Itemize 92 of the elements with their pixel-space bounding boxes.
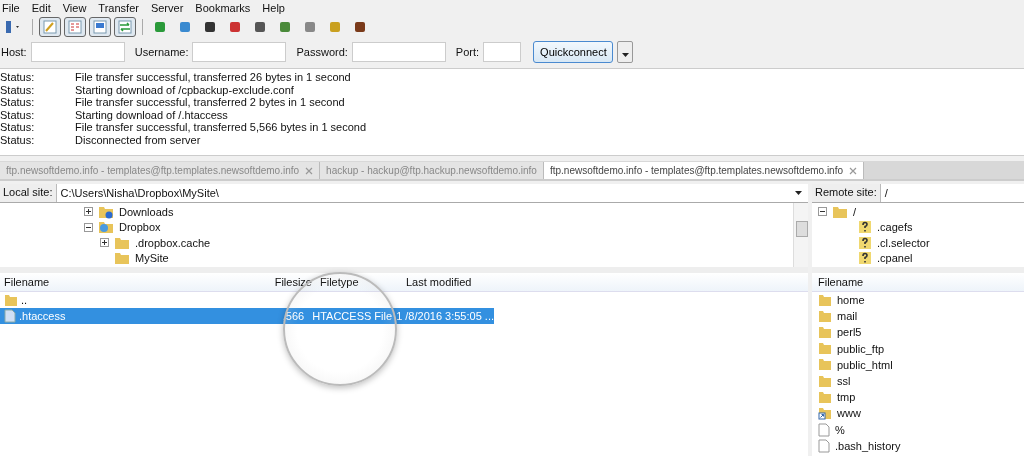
scrollbar[interactable] (793, 203, 808, 267)
file-name[interactable]: perl5 (837, 326, 862, 339)
field-label: Port: (455, 46, 480, 58)
log-message: File transfer successful, transferred 2 bytes in 1 second (75, 96, 345, 109)
path-field[interactable]: / (880, 184, 1024, 202)
column-header[interactable]: Filename (0, 276, 268, 288)
file-icon (4, 309, 16, 323)
toolbar-toggle[interactable] (89, 17, 111, 37)
log-message: File transfer successful, transferred 5,566 bytes in 1 second (75, 121, 367, 134)
folder-icon (114, 235, 130, 250)
file-name[interactable]: public_html (837, 358, 893, 371)
field-label: Host: (1, 46, 27, 58)
field-label: Password: (296, 46, 348, 58)
file-name[interactable]: % (835, 423, 845, 436)
menu-item[interactable]: Edit (31, 2, 51, 14)
folder-icon (818, 374, 832, 388)
shortcut-icon (818, 406, 832, 420)
expander-icon[interactable] (84, 222, 93, 232)
input-field[interactable] (30, 42, 125, 62)
path-field[interactable]: C:\Users\Nisha\Dropbox\MySite\ (56, 184, 808, 202)
menu-item[interactable]: Server (150, 2, 184, 14)
file-icon (818, 422, 830, 437)
folder-icon (114, 251, 130, 266)
local-site-label: Local site: (0, 184, 57, 202)
file-name[interactable]: public_ftp (837, 342, 885, 355)
log-type: Status: (0, 121, 36, 134)
file-name[interactable]: tmp (837, 391, 856, 404)
file-name[interactable]: home (837, 294, 865, 307)
column-header[interactable]: Last modified (402, 276, 506, 288)
quickconnect-button[interactable]: Quickconnect (533, 41, 614, 63)
log-type: Status: (0, 71, 36, 84)
toolbar-toggle[interactable] (39, 17, 61, 37)
close-icon[interactable] (849, 166, 857, 175)
folder-icon (818, 325, 832, 339)
downloads-folder-icon (98, 204, 114, 219)
column-header[interactable]: Filetype (316, 276, 402, 288)
folder-icon (818, 358, 832, 372)
caret-icon (621, 52, 629, 57)
tree-item[interactable]: .dropbox.cache (135, 236, 211, 249)
log-message: Starting download of /cpbackup-exclude.conf (75, 83, 294, 96)
toolbar-toggle[interactable] (64, 17, 86, 37)
file-row[interactable]: .. (0, 292, 494, 308)
input-field[interactable] (192, 42, 287, 62)
field-label: Username: (134, 46, 189, 58)
menu-item[interactable]: Transfer (98, 2, 139, 14)
folder-icon (818, 390, 832, 404)
log-message: Disconnected from server (75, 133, 201, 146)
table-cell: .htaccess (19, 310, 66, 322)
toolbar-toggle[interactable] (114, 17, 136, 37)
file-icon (818, 438, 830, 453)
folder-icon (818, 309, 832, 323)
log-type: Status: (0, 133, 36, 146)
table-cell: HTACCESS File (312, 310, 393, 322)
tree-item[interactable]: .cpanel (877, 252, 913, 265)
expander-icon[interactable] (84, 207, 93, 217)
tree-item[interactable]: / (853, 205, 857, 218)
dropdown-button[interactable] (617, 41, 634, 63)
file-name[interactable]: .bash_history (835, 439, 901, 452)
question-icon (858, 251, 872, 266)
expander-icon[interactable] (818, 207, 827, 217)
log-type: Status: (0, 83, 36, 96)
column-header[interactable]: Filesize (268, 276, 316, 288)
input-field[interactable] (483, 42, 522, 62)
tree-item[interactable]: .cl.selector (877, 236, 930, 249)
file-name[interactable]: www (837, 407, 861, 420)
file-name[interactable]: mail (837, 310, 858, 323)
table-cell: 1 /8/2016 3:55:05 ... (396, 310, 494, 322)
menu-item[interactable]: View (62, 2, 87, 14)
connection-tab[interactable]: ftp.newsoftdemo.info - templates@ftp.templates.newsoftdemo.info (543, 162, 864, 179)
folder-icon (818, 342, 832, 356)
input-field[interactable] (351, 42, 446, 62)
menu-item[interactable]: Help (262, 2, 285, 14)
log-type: Status: (0, 108, 36, 121)
dropbox-folder-icon (98, 220, 114, 235)
log-message: Starting download of /.htaccess (75, 108, 228, 121)
file-name[interactable]: ssl (837, 375, 851, 388)
remote-site-label: Remote site: (812, 184, 881, 202)
log-message: File transfer successful, transferred 26 bytes in 1 second (75, 71, 351, 84)
expander-icon[interactable] (100, 238, 109, 248)
tree-item[interactable]: Downloads (119, 205, 174, 218)
table-cell: .. (21, 294, 28, 306)
tree-item[interactable]: MySite (135, 252, 169, 265)
log-type: Status: (0, 96, 36, 109)
tree-item[interactable]: Dropbox (119, 221, 161, 234)
question-icon (858, 220, 872, 235)
tree-item[interactable]: .cagefs (877, 221, 913, 234)
column-header[interactable]: Filename (812, 276, 864, 288)
question-icon (858, 235, 872, 250)
folder-icon (832, 204, 848, 219)
caret-icon[interactable] (795, 191, 802, 195)
menu-item[interactable]: File (2, 2, 20, 14)
menu-item[interactable]: Bookmarks (195, 2, 251, 14)
